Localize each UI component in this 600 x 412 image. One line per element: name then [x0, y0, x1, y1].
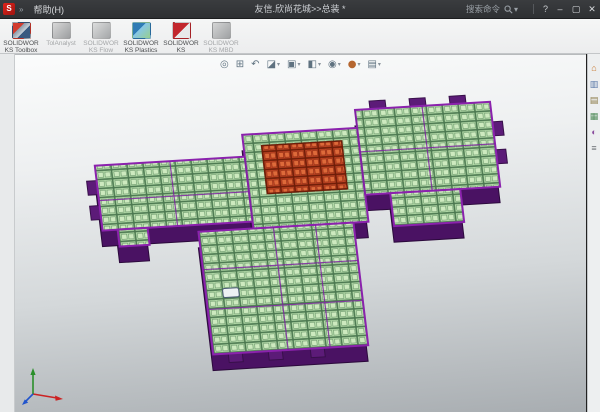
- glyph: ↶: [251, 59, 259, 70]
- display-style-icon[interactable]: ◧ ▾: [305, 57, 324, 71]
- glyph: ◉: [328, 59, 337, 70]
- button-label: SOLIDWORKS Plastics: [122, 40, 160, 55]
- view-settings-icon[interactable]: ▤ ▾: [364, 57, 383, 71]
- glyph: ◎: [220, 59, 229, 70]
- file-explorer-icon[interactable]: ▤: [590, 94, 599, 107]
- 3d-model-canvas[interactable]: [15, 55, 586, 412]
- x-axis: [33, 394, 57, 398]
- zoom-to-fit-icon[interactable]: ◎: [217, 57, 232, 71]
- close-button[interactable]: ✕: [584, 0, 600, 18]
- button-label: TolAnalyst: [42, 40, 80, 47]
- titlebar-right-cluster: 搜索命令 ▾ ? – ▢ ✕: [466, 0, 600, 18]
- chevron-down-icon: ▾: [338, 61, 341, 68]
- title-bar: S » 帮助(H) 友信.欣尚花城>>总装 * 搜索命令 ▾ ? – ▢ ✕: [0, 0, 600, 19]
- building-formwork-model[interactable]: [79, 93, 530, 376]
- mbd-icon: [212, 22, 231, 39]
- solidworks-resources-icon[interactable]: ⌂: [591, 62, 596, 75]
- x-axis-arrow: [55, 396, 63, 401]
- view-palette-icon[interactable]: ▦: [590, 110, 599, 123]
- help-button[interactable]: ?: [543, 4, 548, 14]
- glyph: ◧: [308, 59, 317, 70]
- button-label: SOLIDWORKS Toolbox: [2, 40, 40, 55]
- section-view-icon[interactable]: ◪ ▾: [264, 57, 283, 71]
- glyph: ●: [348, 59, 357, 70]
- inspection-icon: [172, 22, 191, 39]
- titlebar-separator: [533, 4, 534, 14]
- chevron-down-icon: ▾: [277, 61, 280, 68]
- search-scope-chevron-icon[interactable]: ▾: [514, 5, 518, 14]
- menu-expand-chevron-icon[interactable]: »: [19, 5, 23, 14]
- y-axis-arrow: [30, 368, 35, 375]
- glyph: ⊞: [236, 59, 244, 70]
- red-core-zone: [262, 141, 348, 194]
- button-solidworks-toolbox[interactable]: SOLIDWORKS Toolbox: [2, 21, 40, 55]
- edit-appearance-icon[interactable]: ● ▾: [345, 57, 364, 71]
- solidworks-toolbox-icon: [12, 22, 31, 39]
- search-placeholder: 搜索命令: [466, 3, 500, 15]
- tolanalyst-icon: [52, 22, 71, 39]
- appearances-icon[interactable]: ◐: [591, 126, 596, 139]
- glyph: ◪: [267, 59, 276, 70]
- glyph: ▤: [367, 59, 376, 70]
- button-solidworks-plastics[interactable]: SOLIDWORKS Plastics: [122, 21, 160, 55]
- chevron-down-icon: ▾: [318, 61, 321, 68]
- graphics-viewport[interactable]: ◎ ⊞ ↶ ◪ ▾ ▣ ▾ ◧ ▾ ◉ ▾: [15, 54, 586, 412]
- chevron-down-icon: ▾: [378, 61, 381, 68]
- feature-manager-collapsed-strip[interactable]: [0, 54, 15, 412]
- custom-properties-icon[interactable]: ≡: [591, 142, 596, 155]
- plastics-icon: [132, 22, 151, 39]
- hide-show-items-icon[interactable]: ◉ ▾: [325, 57, 344, 71]
- orientation-triad: [21, 364, 67, 406]
- menu-help[interactable]: 帮助(H): [27, 2, 70, 17]
- command-manager-ribbon: SOLIDWORKS Toolbox TolAnalyst SOLIDWORKS…: [0, 19, 600, 54]
- command-search[interactable]: 搜索命令 ▾: [466, 3, 522, 15]
- zoom-to-area-icon[interactable]: ⊞: [233, 57, 247, 71]
- view-orientation-icon[interactable]: ▣ ▾: [284, 57, 303, 71]
- slab-opening: [222, 288, 239, 298]
- chevron-down-icon: ▾: [357, 61, 360, 68]
- previous-view-icon[interactable]: ↶: [248, 57, 262, 71]
- design-library-icon[interactable]: ▥: [590, 78, 599, 91]
- flow-simulation-icon: [92, 22, 111, 39]
- glyph: ▣: [287, 59, 296, 70]
- search-icon[interactable]: [504, 5, 513, 14]
- button-tolanalyst[interactable]: TolAnalyst: [42, 21, 80, 47]
- solidworks-app-icon[interactable]: S: [3, 3, 15, 15]
- minimize-button[interactable]: –: [552, 0, 568, 18]
- chevron-down-icon: ▾: [297, 61, 300, 68]
- maximize-button[interactable]: ▢: [568, 0, 584, 18]
- heads-up-view-toolbar: ◎ ⊞ ↶ ◪ ▾ ▣ ▾ ◧ ▾ ◉ ▾: [217, 57, 384, 71]
- solidworks-window: S » 帮助(H) 友信.欣尚花城>>总装 * 搜索命令 ▾ ? – ▢ ✕ S…: [0, 0, 600, 412]
- task-pane-tab-strip: ⌂ ▥ ▤ ▦ ◐ ≡: [587, 54, 600, 412]
